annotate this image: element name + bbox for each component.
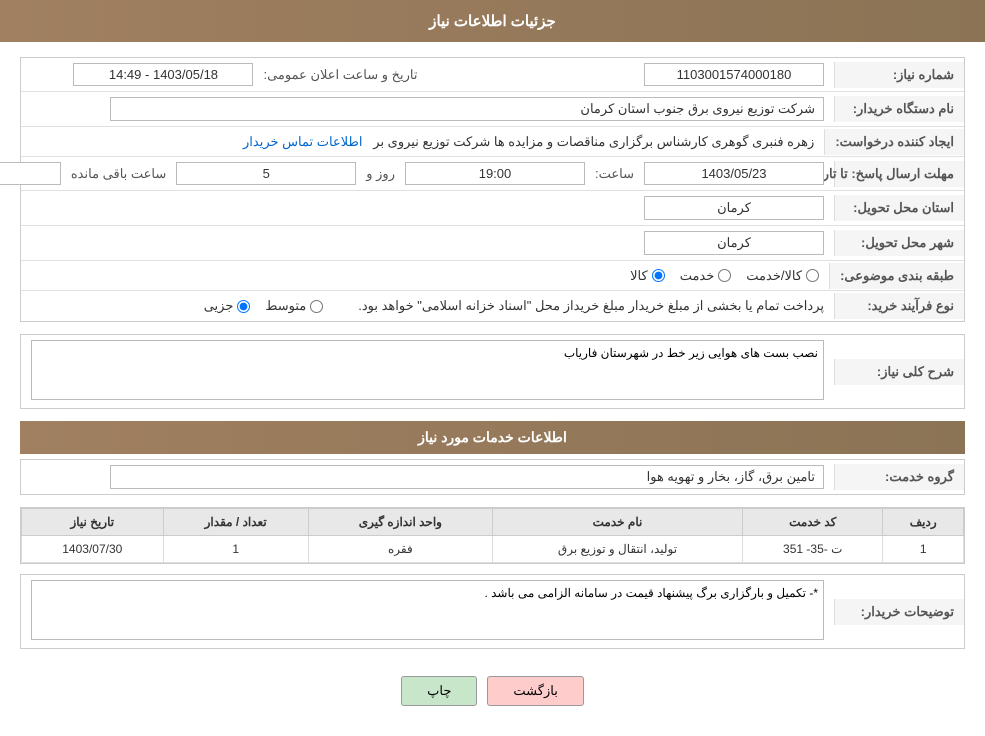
col-service-name: نام خدمت (492, 509, 742, 536)
deadline-date-value: 1403/05/23 (644, 162, 824, 185)
back-button[interactable]: بازگشت (487, 676, 583, 706)
purchase-type-label-motavaset: متوسط (265, 298, 306, 314)
description-section: شرح کلی نیاز: (20, 334, 965, 409)
creator-value: زهره فنبری گوهری کارشناس برگزاری مناقصات… (373, 134, 814, 149)
province-row: استان محل تحویل: کرمان (21, 191, 964, 226)
buyer-name-value: شرکت توزیع نیروی برق جنوب استان کرمان (110, 97, 824, 121)
services-table: ردیف کد خدمت نام خدمت واحد اندازه گیری ت… (21, 508, 964, 563)
creator-row: ایجاد کننده درخواست: زهره فنبری گوهری کا… (21, 127, 964, 157)
need-number-label: شماره نیاز: (834, 62, 964, 88)
category-radio-group: کالا/خدمت خدمت کالا (31, 268, 819, 284)
buyer-notes-cell (21, 575, 834, 648)
purchase-type-radio-jozii[interactable] (237, 300, 250, 313)
buyer-notes-textarea[interactable] (31, 580, 824, 640)
category-option-kala-khedmat: کالا/خدمت (746, 268, 819, 284)
need-number-cell: 1103001574000180 (428, 58, 835, 91)
purchase-type-note: پرداخت تمام یا بخشی از مبلغ خریدار مبلغ … (358, 298, 824, 314)
cell-rownum: 1 (883, 536, 964, 563)
deadline-time-label: ساعت: (595, 166, 634, 182)
description-textarea[interactable] (31, 340, 824, 400)
purchase-type-cell: پرداخت تمام یا بخشی از مبلغ خریدار مبلغ … (21, 293, 834, 319)
province-label: استان محل تحویل: (834, 195, 964, 221)
province-cell: کرمان (21, 191, 834, 225)
col-service-code: کد خدمت (743, 509, 883, 536)
need-number-value: 1103001574000180 (644, 63, 824, 86)
category-option-kala: کالا (630, 268, 665, 284)
category-cell: کالا/خدمت خدمت کالا (21, 263, 829, 289)
city-row: شهر محل تحویل: کرمان (21, 226, 964, 261)
bottom-buttons-area: بازگشت چاپ (20, 661, 965, 721)
purchase-type-row: نوع فرآیند خرید: پرداخت تمام یا بخشی از … (21, 291, 964, 321)
deadline-row: مهلت ارسال پاسخ: تا تاریخ: 1403/05/23 سا… (21, 157, 964, 191)
announcement-date-area: تاریخ و ساعت اعلان عمومی: 1403/05/18 - 1… (21, 58, 428, 91)
deadline-time-value: 19:00 (405, 162, 585, 185)
page-title: جزئیات اطلاعات نیاز (429, 13, 556, 30)
cell-unit: فقره (308, 536, 492, 563)
buyer-name-row: نام دستگاه خریدار: شرکت توزیع نیروی برق … (21, 92, 964, 127)
col-rownum: ردیف (883, 509, 964, 536)
page-header: جزئیات اطلاعات نیاز (0, 0, 985, 42)
province-value: کرمان (644, 196, 824, 220)
purchase-type-label: نوع فرآیند خرید: (834, 293, 964, 319)
cell-date: 1403/07/30 (22, 536, 164, 563)
description-label: شرح کلی نیاز: (834, 359, 964, 385)
category-label-khedmat: خدمت (680, 268, 715, 284)
service-group-value: تامین برق، گاز، بخار و تهویه هوا (110, 465, 824, 489)
purchase-type-option-jozii: جزیی (204, 298, 251, 314)
col-unit: واحد اندازه گیری (308, 509, 492, 536)
creator-link[interactable]: اطلاعات تماس خریدار (243, 134, 362, 149)
print-button[interactable]: چاپ (401, 676, 477, 706)
deadline-days-value: 5 (176, 162, 356, 185)
description-cell (21, 335, 834, 408)
city-label: شهر محل تحویل: (834, 230, 964, 256)
category-radio-khedmat[interactable] (718, 269, 731, 282)
creator-cell: زهره فنبری گوهری کارشناس برگزاری مناقصات… (21, 129, 824, 155)
purchase-type-radio-group: پرداخت تمام یا بخشی از مبلغ خریدار مبلغ … (31, 298, 824, 314)
cell-quantity: 1 (163, 536, 308, 563)
buyer-notes-row: توضیحات خریدار: (21, 575, 964, 648)
announcement-date-label: تاریخ و ساعت اعلان عمومی: (263, 67, 417, 83)
buyer-notes-label: توضیحات خریدار: (834, 599, 964, 625)
cell-service-code: ت -35- 351 (743, 536, 883, 563)
purchase-type-radio-motavaset[interactable] (310, 300, 323, 313)
category-radio-kala[interactable] (652, 269, 665, 282)
col-date: تاریخ نیاز (22, 509, 164, 536)
services-section-title: اطلاعات خدمات مورد نیاز (20, 421, 965, 454)
col-quantity: تعداد / مقدار (163, 509, 308, 536)
announcement-date-value: 1403/05/18 - 14:49 (73, 63, 253, 86)
city-cell: کرمان (21, 226, 834, 260)
purchase-type-label-jozii: جزیی (204, 298, 234, 314)
category-label: طبقه بندی موضوعی: (829, 263, 964, 289)
purchase-type-option-motavaset: متوسط (265, 298, 323, 314)
deadline-days-label: روز و (366, 166, 395, 182)
main-info-section: شماره نیاز: 1103001574000180 تاریخ و ساع… (20, 57, 965, 322)
city-value: کرمان (644, 231, 824, 255)
service-group-label: گروه خدمت: (834, 464, 964, 490)
services-table-section: ردیف کد خدمت نام خدمت واحد اندازه گیری ت… (20, 507, 965, 564)
need-number-row: شماره نیاز: 1103001574000180 تاریخ و ساع… (21, 58, 964, 92)
category-label-kala-khedmat: کالا/خدمت (746, 268, 802, 284)
remaining-time-value: 04:01:10 (0, 162, 61, 185)
cell-service-name: تولید، انتقال و توزیع برق (492, 536, 742, 563)
table-row: 1 ت -35- 351 تولید، انتقال و توزیع برق ف… (22, 536, 964, 563)
deadline-label: مهلت ارسال پاسخ: تا تاریخ: (834, 161, 964, 187)
buyer-name-cell: شرکت توزیع نیروی برق جنوب استان کرمان (21, 92, 834, 126)
buyer-notes-section: توضیحات خریدار: (20, 574, 965, 649)
remaining-label: ساعت باقی مانده (71, 166, 166, 182)
category-option-khedmat: خدمت (680, 268, 732, 284)
buyer-name-label: نام دستگاه خریدار: (834, 96, 964, 122)
description-row: شرح کلی نیاز: (21, 335, 964, 408)
table-header-row: ردیف کد خدمت نام خدمت واحد اندازه گیری ت… (22, 509, 964, 536)
deadline-time-area: 1403/05/23 ساعت: 19:00 روز و 5 ساعت باقی… (0, 157, 834, 190)
service-group-cell: تامین برق، گاز، بخار و تهویه هوا (21, 460, 834, 494)
creator-label: ایجاد کننده درخواست: (824, 129, 964, 155)
category-radio-kala-khedmat[interactable] (806, 269, 819, 282)
category-row: طبقه بندی موضوعی: کالا/خدمت خدمت (21, 261, 964, 291)
category-label-kala: کالا (630, 268, 648, 284)
services-info-section: گروه خدمت: تامین برق، گاز، بخار و تهویه … (20, 459, 965, 495)
service-group-row: گروه خدمت: تامین برق، گاز، بخار و تهویه … (21, 460, 964, 494)
